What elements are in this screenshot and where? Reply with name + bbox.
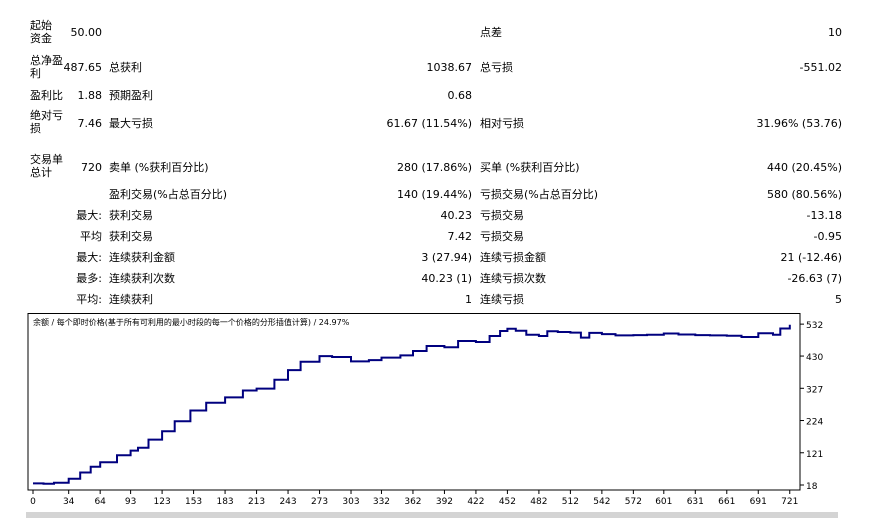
x-tick-label: 34	[63, 497, 75, 507]
x-tick-label: 332	[373, 497, 390, 507]
x-tick-label: 392	[436, 497, 453, 507]
y-tick-label: 121	[806, 450, 823, 460]
x-tick-label: 213	[248, 497, 265, 507]
x-tick-label: 0	[30, 497, 36, 507]
y-tick-label: 532	[806, 321, 823, 331]
x-tick-label: 273	[311, 497, 328, 507]
y-tick-label: 224	[806, 418, 823, 428]
y-tick-label: 327	[806, 385, 823, 395]
x-tick-label: 542	[593, 497, 610, 507]
x-tick-label: 362	[404, 497, 421, 507]
x-tick-label: 631	[687, 497, 704, 507]
y-axis: 18 121 224 327 430 532	[800, 321, 823, 492]
x-tick-label: 64	[94, 497, 106, 507]
x-tick-label: 452	[499, 497, 516, 507]
x-tick-label: 512	[562, 497, 579, 507]
x-tick-label: 661	[718, 497, 735, 507]
chart-frame	[27, 313, 801, 491]
x-tick-label: 482	[530, 497, 547, 507]
balance-chart-container: 余额 / 每个即时价格(基于所有可利用的最小时段的每一个价格的分形插值计算) /…	[0, 0, 880, 518]
x-tick-label: 123	[154, 497, 171, 507]
x-tick-label: 303	[342, 497, 359, 507]
chart-title: 余额 / 每个即时价格(基于所有可利用的最小时段的每一个价格的分形插值计算) /…	[33, 317, 350, 327]
balance-chart: 余额 / 每个即时价格(基于所有可利用的最小时段的每一个价格的分形插值计算) /…	[27, 313, 823, 507]
x-tick-label: 422	[467, 497, 484, 507]
x-tick-label: 601	[655, 497, 672, 507]
y-tick-label: 430	[806, 353, 823, 363]
y-tick-label: 18	[806, 482, 818, 492]
bottom-scroll-strip	[26, 512, 838, 518]
x-tick-label: 691	[750, 497, 767, 507]
x-tick-label: 183	[216, 497, 233, 507]
x-tick-label: 721	[781, 497, 798, 507]
x-tick-label: 93	[125, 497, 136, 507]
x-axis: 0 34 64 93 123 153 183 213 243 273 303 332 362 392 422…	[30, 490, 798, 507]
x-tick-label: 572	[625, 497, 642, 507]
x-tick-label: 153	[185, 497, 202, 507]
x-tick-label: 243	[279, 497, 296, 507]
